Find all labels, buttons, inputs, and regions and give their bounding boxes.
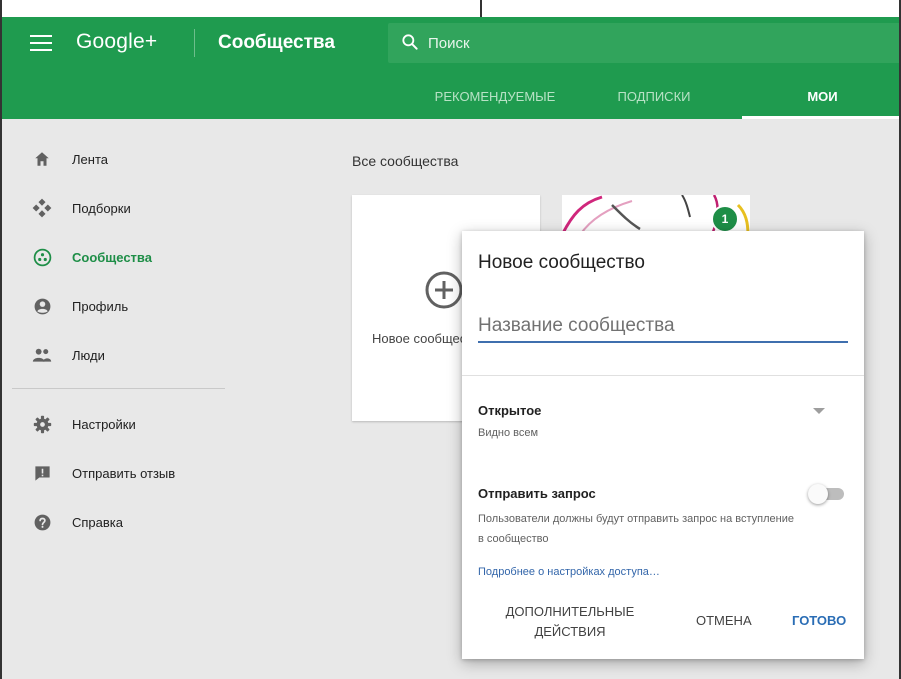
sidebar-item-label: Лента xyxy=(72,151,108,167)
tab-recommended[interactable]: РЕКОМЕНДУЕМЫЕ xyxy=(420,77,570,119)
tab-subscriptions[interactable]: ПОДПИСКИ xyxy=(594,77,714,119)
chevron-down-icon[interactable] xyxy=(813,408,825,414)
home-icon xyxy=(32,149,52,169)
collections-icon xyxy=(32,198,52,218)
cancel-button[interactable]: ОТМЕНА xyxy=(696,613,752,628)
more-actions-button[interactable]: ДОПОЛНИТЕЛЬНЫЕ ДЕЙСТВИЯ xyxy=(490,602,650,642)
sidebar-item-label: Профиль xyxy=(72,298,129,314)
notification-badge: 1 xyxy=(711,205,739,233)
app-bar: Google+ Сообщества РЕКОМЕНДУЕМЫЕ ПОДПИСК… xyxy=(2,17,899,119)
request-toggle[interactable] xyxy=(808,483,848,505)
sidebar-item-feed[interactable]: Лента xyxy=(12,144,212,174)
sidebar-divider xyxy=(12,388,225,389)
app-logo[interactable]: Google+ xyxy=(76,29,157,55)
sidebar-item-label: Подборки xyxy=(72,200,131,216)
search-input[interactable] xyxy=(428,23,888,63)
community-name-input[interactable] xyxy=(478,311,848,343)
tab-bar: РЕКОМЕНДУЕМЫЕ ПОДПИСКИ МОИ xyxy=(2,77,899,119)
header-divider xyxy=(194,29,195,57)
sidebar-item-feedback[interactable]: Отправить отзыв xyxy=(12,458,212,488)
sidebar-item-profile[interactable]: Профиль xyxy=(12,291,212,321)
sidebar-item-label: Справка xyxy=(72,514,123,530)
new-community-dialog: Новое сообщество Открытое Видно всем Отп… xyxy=(462,231,864,659)
search-icon xyxy=(402,34,418,50)
communities-icon xyxy=(32,247,52,267)
top-divider-line xyxy=(480,0,482,17)
done-button[interactable]: ГОТОВО xyxy=(792,613,846,628)
all-communities-title: Все сообщества xyxy=(352,153,459,169)
sidebar-item-settings[interactable]: Настройки xyxy=(12,409,212,439)
page-title: Сообщества xyxy=(218,32,335,53)
sidebar-item-label: Настройки xyxy=(72,416,136,432)
sidebar-item-label: Сообщества xyxy=(72,249,152,265)
toggle-knob xyxy=(808,484,828,504)
menu-icon[interactable] xyxy=(30,35,52,51)
gear-icon xyxy=(32,414,52,434)
sidebar-item-label: Люди xyxy=(72,347,105,363)
profile-icon xyxy=(32,296,52,316)
people-icon xyxy=(32,345,52,365)
window-frame: Google+ Сообщества РЕКОМЕНДУЕМЫЕ ПОДПИСК… xyxy=(0,0,901,679)
sidebar-item-help[interactable]: Справка xyxy=(12,507,212,537)
visibility-label[interactable]: Открытое xyxy=(478,403,541,418)
sidebar-item-people[interactable]: Люди xyxy=(12,340,212,370)
plus-circle-icon xyxy=(425,271,463,309)
help-icon xyxy=(32,512,52,532)
sidebar-item-label: Отправить отзыв xyxy=(72,465,176,481)
sidebar-item-collections[interactable]: Подборки xyxy=(12,193,212,223)
access-settings-link[interactable]: Подробнее о настройках доступа… xyxy=(478,566,660,578)
request-label: Отправить запрос xyxy=(478,486,596,501)
dialog-divider xyxy=(462,375,864,376)
search-box[interactable] xyxy=(388,23,899,63)
dialog-title: Новое сообщество xyxy=(478,252,645,273)
feedback-icon xyxy=(32,463,52,483)
request-description: Пользователи должны будут отправить запр… xyxy=(478,513,794,545)
sidebar-item-communities[interactable]: Сообщества xyxy=(12,242,212,272)
visibility-description: Видно всем xyxy=(478,427,539,439)
tab-my[interactable]: МОИ xyxy=(742,77,899,119)
